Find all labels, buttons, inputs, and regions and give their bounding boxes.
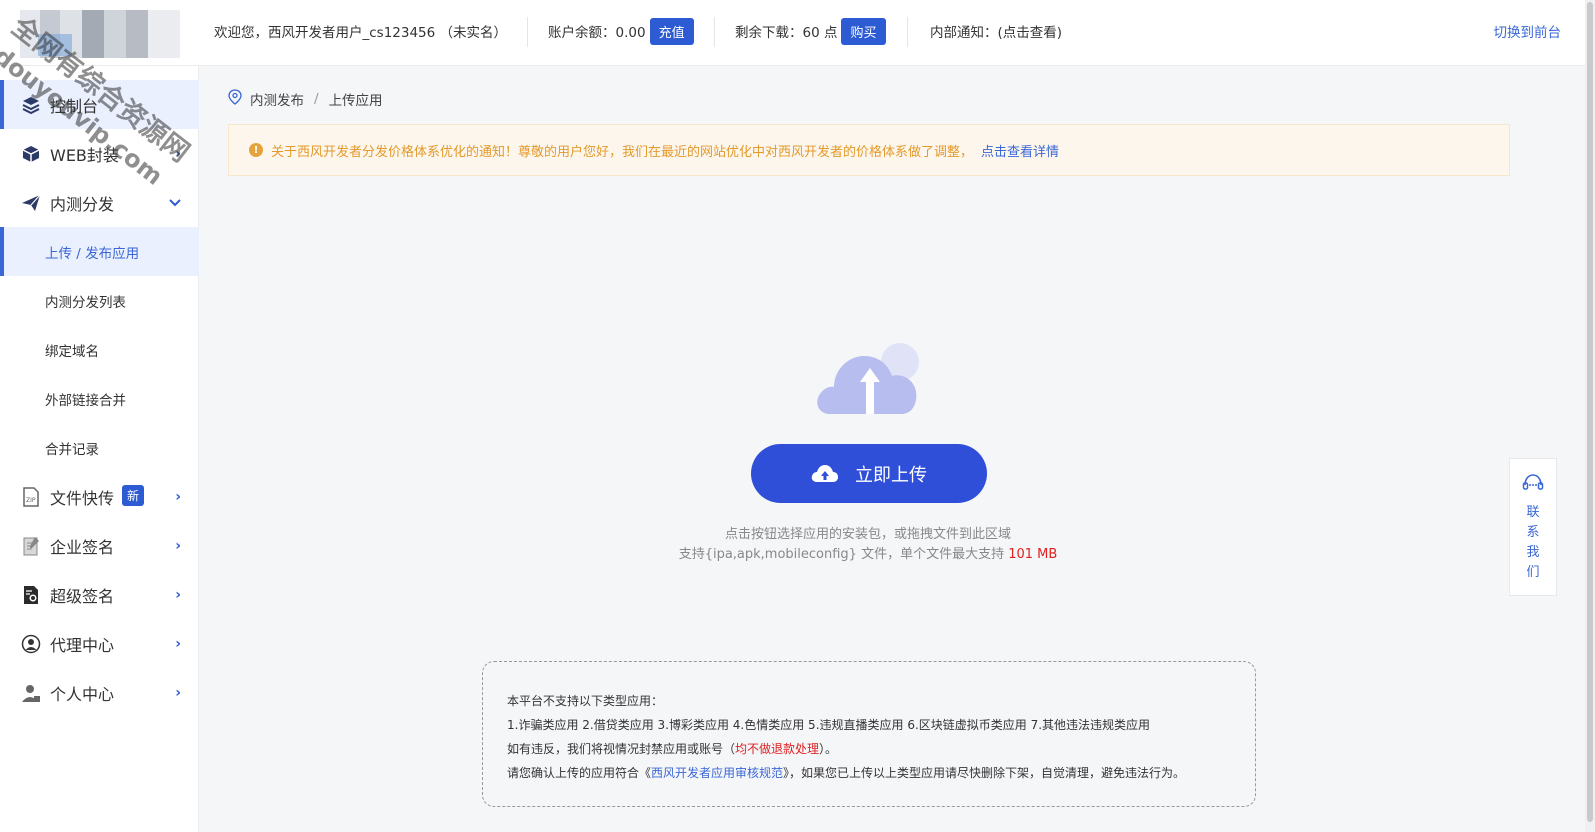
- buy-button[interactable]: 购买: [841, 17, 886, 45]
- downloads-label: 剩余下载：60 点: [735, 25, 838, 41]
- remaining-downloads: 剩余下载：60 点 购买: [735, 0, 886, 62]
- sidebar-subitem-beta-list[interactable]: 内测分发列表: [0, 276, 199, 325]
- certificate-icon: [20, 584, 42, 606]
- cloud-upload-illustration: [812, 340, 927, 420]
- agent-icon: [20, 633, 42, 655]
- file-types-text: 支持{ipa,apk,mobileconfig} 文件，单个文件最大支持: [678, 547, 1005, 562]
- layers-icon: [20, 94, 42, 116]
- chevron-right-icon: ›: [175, 635, 181, 652]
- notice-details-link[interactable]: 点击查看详情: [981, 141, 1059, 160]
- breadcrumb-current: 上传应用: [328, 93, 383, 109]
- breadcrumb-parent[interactable]: 内测发布: [250, 89, 304, 109]
- warning-icon: !: [249, 143, 263, 157]
- sidebar-item-label: WEB封装: [50, 145, 119, 165]
- sidebar-subitem-bind-domain[interactable]: 绑定域名: [0, 325, 199, 374]
- sidebar-item-label: 内测分发: [50, 194, 115, 214]
- chevron-right-icon: ›: [175, 684, 181, 701]
- header-divider: [527, 17, 528, 47]
- sidebar-item-label: 超级签名: [50, 586, 115, 606]
- cloud-upload-icon: [811, 464, 839, 484]
- sidebar-item-label: 控制台: [50, 96, 99, 116]
- file-icon: ZIP: [20, 486, 42, 508]
- rules-compliance-text: 请您确认上传的应用符合《: [507, 766, 652, 780]
- internal-notice-link[interactable]: 内部通知：(点击查看): [930, 0, 1062, 62]
- box-icon: [20, 143, 42, 165]
- contact-us-label: 联系我们: [1526, 505, 1540, 580]
- review-guidelines-link[interactable]: 西风开发者应用审核规范: [651, 766, 783, 780]
- sidebar-item-file-transfer[interactable]: ZIP 文件快传 新 ›: [0, 472, 199, 521]
- no-refund-text: 均不做退款处理: [735, 742, 820, 756]
- location-pin-icon: [228, 89, 242, 109]
- new-badge: 新: [122, 485, 145, 506]
- header-divider: [907, 17, 908, 47]
- document-icon: [20, 535, 42, 557]
- account-balance: 账户余额：0.00 充值: [548, 0, 694, 62]
- sidebar-subitem-upload-publish[interactable]: 上传 / 发布应用: [0, 227, 199, 276]
- sidebar-item-label: 企业签名: [50, 537, 115, 557]
- rules-violation-text: 如有违反，我们将视情况封禁应用或账号（: [507, 742, 736, 756]
- welcome-text: 欢迎您，西风开发者用户_cs123456 （未实名）: [214, 25, 508, 41]
- sidebar-item-web-wrap[interactable]: WEB封装 ›: [0, 129, 199, 178]
- chevron-right-icon: ›: [175, 145, 181, 162]
- vertical-scrollbar[interactable]: [1585, 0, 1595, 832]
- chevron-right-icon: ›: [175, 586, 181, 603]
- sidebar-subitem-link-merge[interactable]: 外部链接合并: [0, 374, 199, 423]
- sidebar-item-super-sign[interactable]: 超级签名 ›: [0, 570, 199, 619]
- sidebar-item-label: 文件快传: [50, 488, 115, 508]
- sidebar-item-beta-distribution[interactable]: 内测分发: [0, 178, 199, 227]
- prohibited-apps-notice: 本平台不支持以下类型应用： 1.诈骗类应用 2.借贷类应用 3.博彩类应用 4.…: [482, 661, 1256, 807]
- svg-text:ZIP: ZIP: [26, 497, 36, 504]
- max-file-size: 101 MB: [1008, 547, 1058, 562]
- upload-file-types-hint: 支持{ipa,apk,mobileconfig} 文件，单个文件最大支持 101…: [600, 543, 1136, 562]
- scrollbar-thumb[interactable]: [1587, 2, 1593, 822]
- chevron-down-icon: [169, 195, 181, 211]
- logo[interactable]: [20, 10, 180, 58]
- sidebar-item-personal-center[interactable]: 个人中心 ›: [0, 668, 199, 717]
- sidebar-item-console[interactable]: 控制台: [0, 80, 199, 129]
- paper-plane-icon: [20, 192, 42, 214]
- sidebar-item-label: 个人中心: [50, 684, 115, 704]
- upload-button-label: 立即上传: [855, 464, 927, 486]
- chevron-right-icon: ›: [175, 488, 181, 505]
- headset-icon: [1522, 473, 1544, 497]
- contact-us-button[interactable]: 联系我们: [1509, 458, 1557, 596]
- balance-label: 账户余额：0.00: [548, 25, 646, 41]
- sidebar-item-enterprise-sign[interactable]: 企业签名 ›: [0, 521, 199, 570]
- rules-violation: 如有违反，我们将视情况封禁应用或账号（均不做退款处理）。: [507, 737, 1255, 761]
- rules-list: 1.诈骗类应用 2.借贷类应用 3.博彩类应用 4.色情类应用 5.违规直播类应…: [507, 718, 1151, 732]
- chevron-right-icon: ›: [175, 537, 181, 554]
- notice-text: 关于西风开发者分发价格体系优化的通知！尊敬的用户您好，我们在最近的网站优化中对西…: [271, 144, 974, 160]
- user-icon: [20, 682, 42, 704]
- rules-title: 本平台不支持以下类型应用：: [507, 694, 664, 708]
- breadcrumb-separator: /: [314, 91, 319, 107]
- sidebar-item-agent-center[interactable]: 代理中心 ›: [0, 619, 199, 668]
- rules-compliance: 请您确认上传的应用符合《西风开发者应用审核规范》，如果您已上传以上类型应用请尽快…: [507, 761, 1255, 785]
- switch-frontend-link[interactable]: 切换到前台: [1494, 0, 1562, 62]
- sidebar-subitem-merge-records[interactable]: 合并记录: [0, 423, 199, 472]
- upload-now-button[interactable]: 立即上传: [751, 444, 987, 503]
- header-divider: [714, 17, 715, 47]
- breadcrumb: 内测发布 / 上传应用: [228, 88, 383, 110]
- upload-hint: 点击按钮选择应用的安装包，或拖拽文件到此区域: [724, 527, 1011, 542]
- rules-compliance-suffix: 》，如果您已上传以上类型应用请尽快删除下架，自觉清理，避免违法行为。: [783, 766, 1186, 780]
- notice-banner: ! 关于西风开发者分发价格体系优化的通知！尊敬的用户您好，我们在最近的网站优化中…: [228, 124, 1510, 176]
- top-header: 欢迎您，西风开发者用户_cs123456 （未实名） 账户余额：0.00 充值 …: [0, 0, 1595, 66]
- recharge-button[interactable]: 充值: [649, 17, 694, 45]
- rules-violation-suffix: ）。: [819, 742, 838, 756]
- sidebar-item-label: 代理中心: [50, 635, 115, 655]
- sidebar: 控制台 WEB封装 › 内测分发 上传 / 发布应用 内测分发列表 绑定域名 外…: [0, 66, 199, 832]
